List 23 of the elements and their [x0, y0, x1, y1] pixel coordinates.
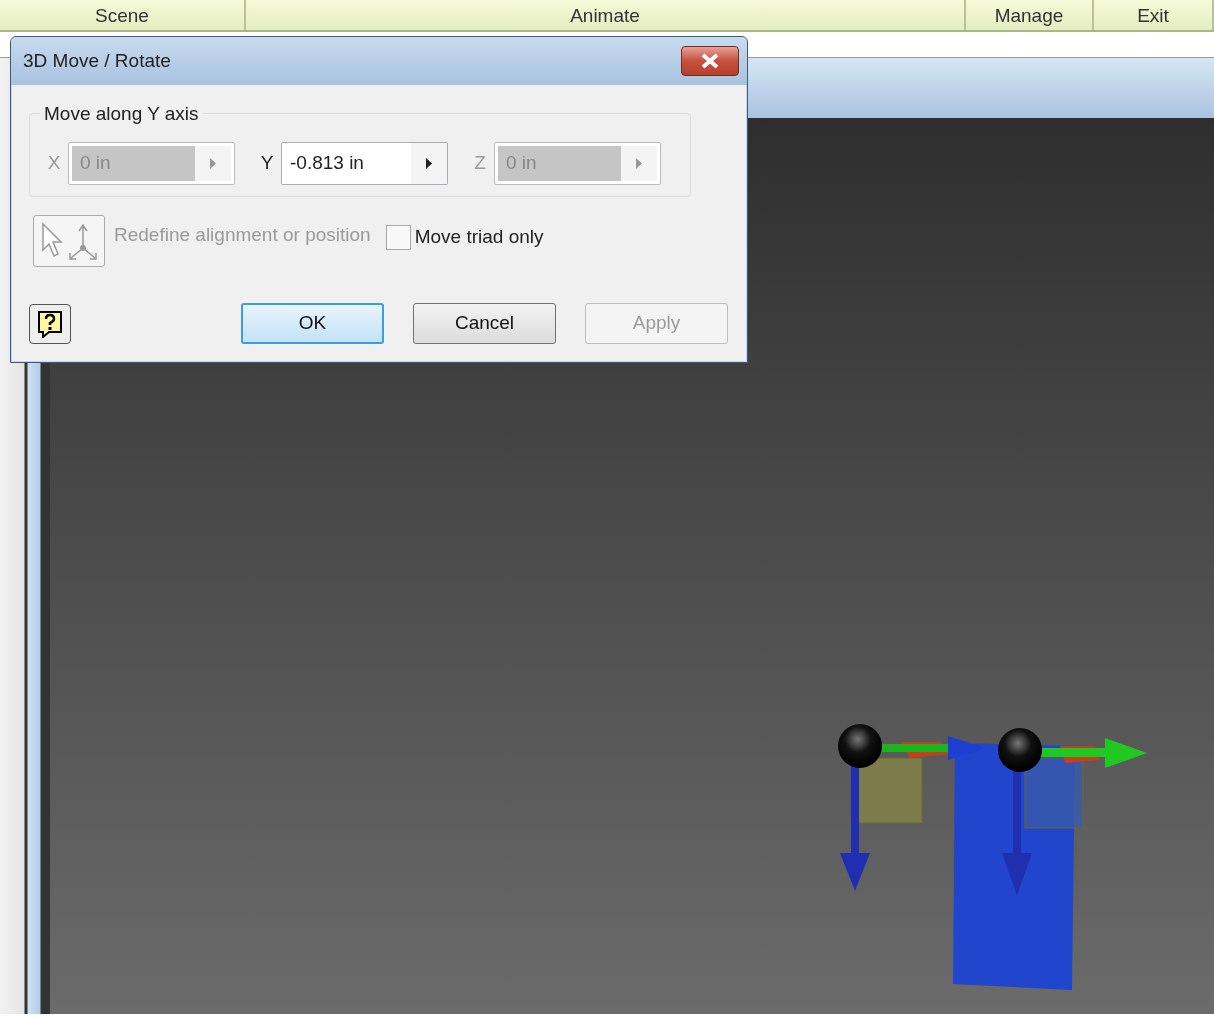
close-icon — [700, 53, 720, 69]
cursor-triad-icon — [39, 220, 99, 262]
checkbox-label[interactable]: Move triad only — [414, 223, 544, 252]
triangle-icon — [426, 158, 432, 169]
triangle-icon — [210, 158, 216, 169]
help-icon — [37, 309, 63, 338]
menu-tab[interactable]: Animate — [246, 0, 966, 30]
input-field[interactable]: -0.813 in — [281, 142, 448, 185]
dialog-button[interactable]: Cancel — [413, 303, 556, 344]
redefine-label: Redefine alignment or position — [114, 223, 371, 247]
arrow-button[interactable] — [411, 143, 447, 184]
menu-tab[interactable]: Scene — [0, 0, 246, 30]
dialog-button[interactable]: OK — [241, 303, 384, 344]
triangle-icon — [636, 158, 642, 169]
axis-label: Z — [473, 151, 487, 176]
checkbox[interactable] — [385, 224, 411, 250]
help-button[interactable] — [29, 303, 71, 344]
dialog-title: 3D Move / Rotate — [23, 48, 171, 73]
menu-tab[interactable]: Manage — [966, 0, 1094, 30]
close-button[interactable] — [681, 46, 739, 76]
menu-tab[interactable]: Exit — [1094, 0, 1214, 30]
axis-label: Y — [259, 151, 275, 176]
axis-label: X — [46, 151, 62, 176]
